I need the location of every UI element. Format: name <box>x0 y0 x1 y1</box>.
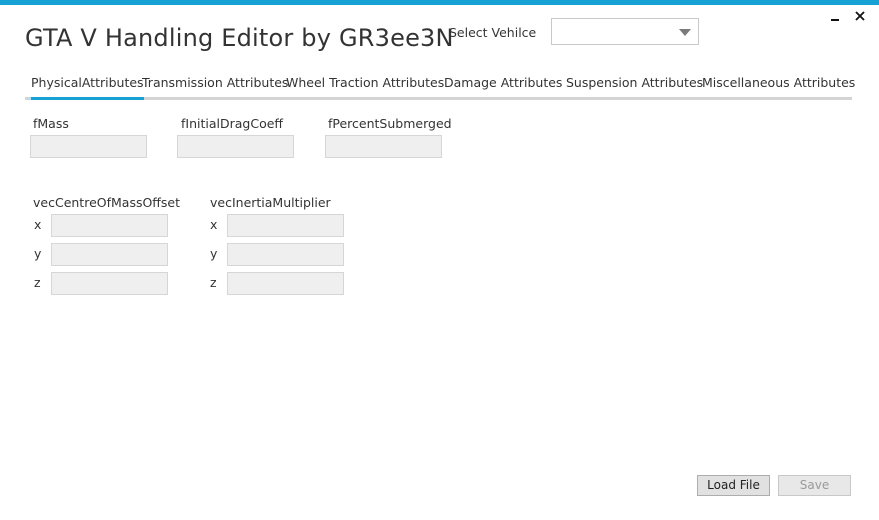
inertia-x-input[interactable] <box>227 214 344 237</box>
inertia-z-label: z <box>210 275 217 290</box>
tab-transmission-attributes[interactable]: Transmission Attributes <box>142 73 288 100</box>
finitialdragcoeff-input[interactable] <box>177 135 294 158</box>
com-z-input[interactable] <box>51 272 168 295</box>
inertia-x-label: x <box>210 217 218 232</box>
com-z-label: z <box>34 275 41 290</box>
app-title: GTA V Handling Editor by GR3ee3N <box>25 24 454 52</box>
select-vehicle-label: Select Vehilce <box>449 25 537 40</box>
com-y-input[interactable] <box>51 243 168 266</box>
fpercentsubmerged-input[interactable] <box>325 135 442 158</box>
chevron-down-icon <box>679 29 691 36</box>
tab-wheel-traction-attributes[interactable]: Wheel Traction Attributes <box>286 73 444 100</box>
com-x-label: x <box>34 217 42 232</box>
inertia-z-input[interactable] <box>227 272 344 295</box>
inertia-y-label: y <box>210 246 218 261</box>
tab-miscellaneous-attributes[interactable]: Miscellaneous Attributes <box>702 73 855 100</box>
vec-centre-of-mass-offset-label: vecCentreOfMassOffset <box>33 195 181 210</box>
vehicle-dropdown[interactable] <box>551 18 699 45</box>
load-file-button[interactable]: Load File <box>697 475 770 496</box>
tab-suspension-attributes[interactable]: Suspension Attributes <box>566 73 703 100</box>
vec-inertia-multiplier-label: vecInertiaMultiplier <box>210 195 331 210</box>
window-accent-bar <box>0 0 879 5</box>
tab-damage-attributes[interactable]: Damage Attributes <box>444 73 562 100</box>
fmass-input[interactable] <box>30 135 147 158</box>
close-icon-glyph <box>855 11 865 21</box>
com-y-label: y <box>34 246 42 261</box>
minimize-icon-glyph <box>831 19 839 21</box>
tab-physical-attributes[interactable]: PhysicalAttributes <box>31 73 144 100</box>
inertia-y-input[interactable] <box>227 243 344 266</box>
com-x-input[interactable] <box>51 214 168 237</box>
close-icon[interactable] <box>852 8 868 24</box>
minimize-icon[interactable] <box>827 8 843 24</box>
fmass-label: fMass <box>33 116 69 131</box>
tab-strip: PhysicalAttributes Transmission Attribut… <box>25 73 855 100</box>
fpercentsubmerged-label: fPercentSubmerged <box>328 116 452 131</box>
save-button[interactable]: Save <box>778 475 851 496</box>
finitialdragcoeff-label: fInitialDragCoeff <box>181 116 284 131</box>
